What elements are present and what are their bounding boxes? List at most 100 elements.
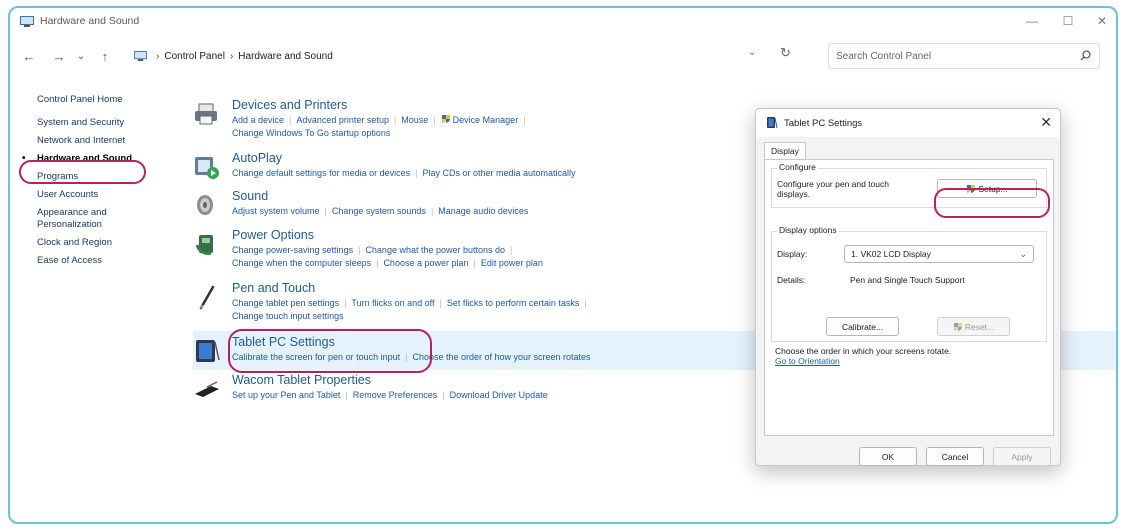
category-links: Change tablet pen settings | Turn flicks o… bbox=[232, 298, 587, 321]
title-bar: Hardware and Sound bbox=[10, 8, 1116, 34]
dialog-close-button[interactable]: ✕ bbox=[1040, 114, 1052, 131]
task-link[interactable]: Add a device bbox=[232, 115, 284, 125]
breadcrumb-hardware-and-sound[interactable]: Hardware and Sound bbox=[238, 51, 333, 62]
calibrate-button[interactable]: Calibrate... bbox=[826, 317, 899, 336]
sidebar-home-link[interactable]: Control Panel Home bbox=[37, 94, 177, 105]
breadcrumb-control-panel[interactable]: Control Panel bbox=[164, 51, 225, 62]
display-label: Display: bbox=[777, 249, 808, 259]
category-title[interactable]: Power Options bbox=[232, 228, 314, 242]
control-panel-window: Hardware and Sound — ☐ ✕ ← → ⌄ ↑ › Contr… bbox=[8, 6, 1118, 524]
dialog-title: Tablet PC Settings bbox=[784, 118, 863, 129]
task-link[interactable]: Change touch input settings bbox=[232, 311, 344, 321]
uac-shield-icon bbox=[441, 115, 450, 123]
category-power-options: Power Options Change power-saving settin… bbox=[193, 228, 843, 268]
category-sound: Sound Adjust system volume | Change system… bbox=[193, 189, 843, 219]
category-links: Add a device | Advanced printer setup | Mous… bbox=[232, 115, 526, 138]
task-link[interactable]: Edit power plan bbox=[481, 258, 543, 268]
sidebar-item-network-internet[interactable]: Network and Internet bbox=[37, 135, 177, 147]
tab-display[interactable]: Display bbox=[764, 142, 806, 160]
uac-shield-icon bbox=[953, 322, 962, 331]
sidebar-item-appearance[interactable]: Appearance and Personalization bbox=[37, 207, 127, 231]
details-value: Pen and Single Touch Support bbox=[850, 275, 965, 285]
group-label: Configure bbox=[777, 162, 818, 172]
task-link[interactable]: Change Windows To Go startup options bbox=[232, 128, 390, 138]
task-link[interactable]: Change system sounds bbox=[332, 206, 426, 216]
highlight-ring bbox=[19, 160, 146, 184]
display-select[interactable]: 1. VK02 LCD Display ⌄ bbox=[844, 245, 1034, 263]
highlight-ring bbox=[934, 188, 1050, 218]
printer-icon bbox=[195, 103, 217, 125]
category-wacom-tablet: Wacom Tablet Properties Set up your Pen … bbox=[193, 373, 843, 403]
reset-button[interactable]: Reset... bbox=[937, 317, 1010, 336]
category-links: Change default settings for media or dev… bbox=[232, 168, 576, 178]
task-link[interactable]: Change when the computer sleeps bbox=[232, 258, 371, 268]
task-link[interactable]: Manage audio devices bbox=[438, 206, 528, 216]
apply-button[interactable]: Apply bbox=[993, 447, 1051, 466]
task-link[interactable]: Advanced printer setup bbox=[296, 115, 389, 125]
chevron-down-icon: ⌄ bbox=[1019, 249, 1027, 259]
task-link[interactable]: Choose the order of how your screen rota… bbox=[412, 352, 590, 362]
task-link[interactable]: Change tablet pen settings bbox=[232, 298, 339, 308]
category-title[interactable]: AutoPlay bbox=[232, 151, 282, 165]
task-link[interactable]: Play CDs or other media automatically bbox=[422, 168, 575, 178]
task-link[interactable]: Set up your Pen and Tablet bbox=[232, 390, 340, 400]
back-arrow-icon[interactable]: ← bbox=[20, 47, 38, 65]
search-box[interactable] bbox=[828, 43, 1100, 69]
address-dropdown-icon[interactable]: ⌄ bbox=[748, 47, 756, 58]
task-link[interactable]: Remove Preferences bbox=[353, 390, 438, 400]
sidebar-item-user-accounts[interactable]: User Accounts bbox=[37, 189, 177, 201]
category-title[interactable]: Sound bbox=[232, 189, 268, 203]
details-label: Details: bbox=[777, 275, 806, 285]
group-label: Display options bbox=[777, 225, 839, 235]
sidebar-item-ease-of-access[interactable]: Ease of Access bbox=[37, 255, 177, 267]
category-devices-printers: Devices and Printers Add a device | Advanc… bbox=[193, 98, 843, 138]
task-link[interactable]: Change default settings for media or dev… bbox=[232, 168, 410, 178]
task-link[interactable]: Device Manager bbox=[453, 115, 519, 125]
category-links: Change power-saving settings | Change what… bbox=[232, 245, 543, 268]
sidebar-item-system-security[interactable]: System and Security bbox=[37, 117, 177, 129]
search-icon[interactable] bbox=[1080, 50, 1091, 61]
task-link[interactable]: Choose a power plan bbox=[383, 258, 468, 268]
tablet-icon bbox=[196, 340, 220, 362]
reset-button-label: Reset... bbox=[964, 321, 995, 332]
power-icon bbox=[195, 235, 213, 255]
minimize-button[interactable]: — bbox=[1014, 8, 1050, 34]
address-row: ← → ⌄ ↑ › Control Panel › Hardware and S… bbox=[10, 41, 1116, 71]
display-options-group: Display options Display: 1. VK02 LCD Dis… bbox=[771, 225, 1047, 342]
search-input[interactable] bbox=[836, 50, 1066, 62]
sidebar-item-clock-region[interactable]: Clock and Region bbox=[37, 237, 177, 249]
forward-arrow-icon[interactable]: → bbox=[50, 47, 68, 65]
breadcrumb-separator: › bbox=[156, 50, 160, 62]
task-link[interactable]: Mouse bbox=[401, 115, 428, 125]
control-panel-icon bbox=[20, 15, 34, 27]
go-to-orientation-link[interactable]: Go to Orientation bbox=[775, 356, 840, 366]
orientation-description: Choose the order in which your screens r… bbox=[775, 346, 952, 356]
task-link[interactable]: Change power-saving settings bbox=[232, 245, 353, 255]
highlight-ring bbox=[228, 329, 432, 373]
maximize-button[interactable]: ☐ bbox=[1050, 8, 1086, 34]
category-links: Adjust system volume | Change system sound… bbox=[232, 206, 529, 216]
task-link[interactable]: Adjust system volume bbox=[232, 206, 320, 216]
autoplay-icon bbox=[195, 157, 219, 179]
ok-button[interactable]: OK bbox=[859, 447, 917, 466]
dialog-title-bar: Tablet PC Settings ✕ bbox=[756, 109, 1060, 137]
task-link[interactable]: Change what the power buttons do bbox=[365, 245, 505, 255]
category-title[interactable]: Pen and Touch bbox=[232, 281, 315, 295]
cancel-button[interactable]: Cancel bbox=[926, 447, 984, 466]
category-title[interactable]: Devices and Printers bbox=[232, 98, 347, 112]
pen-icon bbox=[199, 285, 215, 310]
recent-locations-chevron-icon[interactable]: ⌄ bbox=[72, 47, 90, 65]
display-select-value: 1. VK02 LCD Display bbox=[851, 249, 931, 259]
wacom-pen-icon bbox=[195, 381, 219, 397]
task-link[interactable]: Set flicks to perform certain tasks bbox=[447, 298, 580, 308]
window-title: Hardware and Sound bbox=[40, 15, 140, 27]
category-title[interactable]: Wacom Tablet Properties bbox=[232, 373, 371, 387]
close-button[interactable]: ✕ bbox=[1084, 8, 1116, 34]
tablet-icon bbox=[767, 117, 778, 129]
up-arrow-icon[interactable]: ↑ bbox=[96, 47, 114, 65]
task-link[interactable]: Download Driver Update bbox=[450, 390, 548, 400]
refresh-icon[interactable]: ↻ bbox=[780, 45, 791, 61]
address-bar[interactable]: › Control Panel › Hardware and Sound bbox=[134, 43, 821, 69]
configure-description: Configure your pen and touch displays. bbox=[777, 179, 889, 199]
task-link[interactable]: Turn flicks on and off bbox=[351, 298, 434, 308]
